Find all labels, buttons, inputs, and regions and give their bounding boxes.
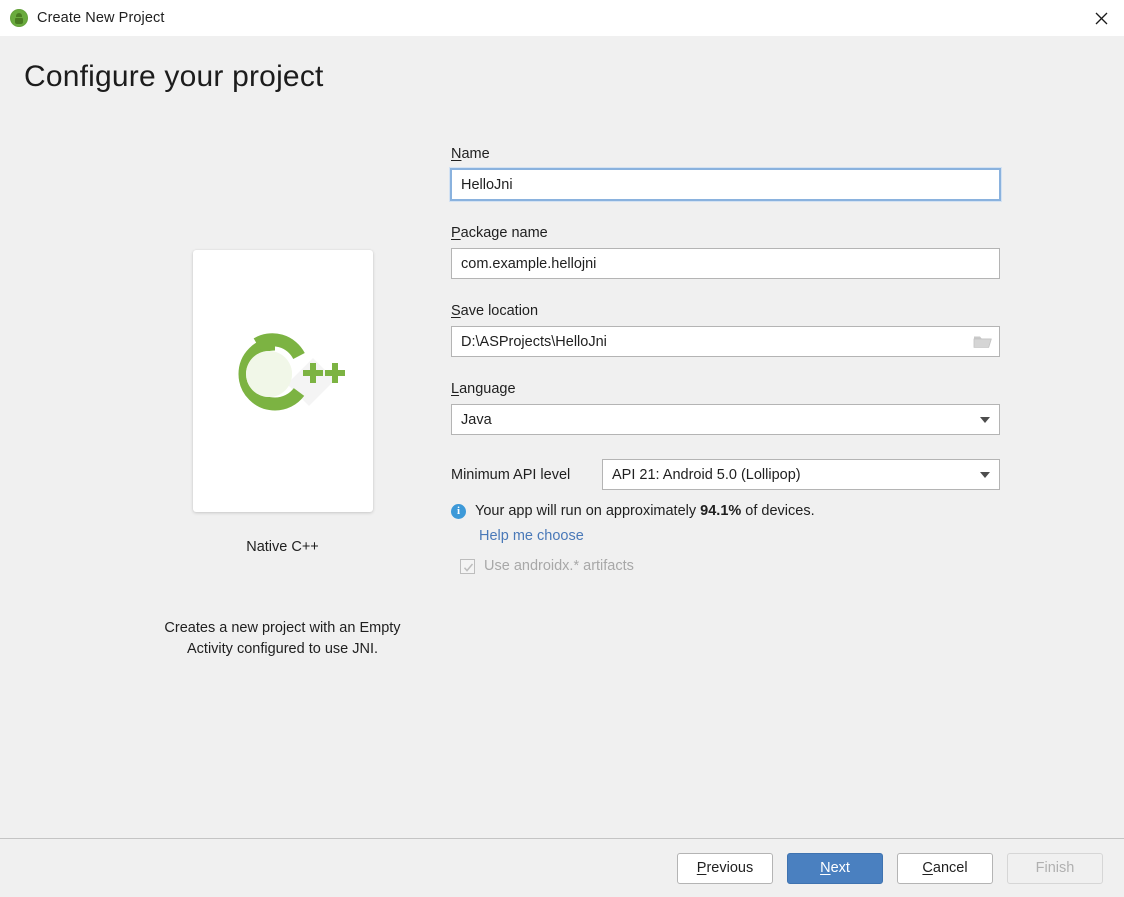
close-icon[interactable]: [1078, 0, 1124, 36]
cancel-button[interactable]: Cancel: [897, 852, 993, 884]
previous-button-label: revious: [706, 860, 754, 876]
window-title: Create New Project: [37, 10, 165, 26]
save-location-label-mnemonic: S: [451, 303, 461, 319]
androidx-checkbox: [460, 558, 475, 574]
package-name-label-text: ackage name: [460, 225, 548, 241]
previous-button-mnemonic: P: [696, 860, 707, 876]
save-location-label: Save location: [451, 303, 1003, 319]
help-me-choose-link[interactable]: Help me choose: [479, 528, 584, 544]
language-selected-value: Java: [461, 411, 492, 428]
save-location-row: [451, 326, 1000, 357]
field-language: Language Java: [451, 381, 1003, 435]
field-package-name: Package name: [451, 225, 1003, 279]
project-config-form: Name Package name Save location Language…: [450, 146, 1003, 574]
dialog-footer: Previous Next Cancel Finish: [0, 839, 1124, 897]
name-label-mnemonic: N: [451, 146, 462, 162]
window-titlebar: Create New Project: [0, 0, 1124, 36]
language-label-mnemonic: L: [451, 381, 460, 397]
min-api-label: Minimum API level: [451, 466, 571, 483]
info-icon: i: [451, 503, 466, 519]
field-name: Name: [450, 146, 1003, 201]
chevron-down-icon: [980, 416, 990, 423]
language-dropdown[interactable]: Java: [451, 404, 1000, 435]
package-name-label-mnemonic: P: [451, 225, 461, 241]
next-button-mnemonic: N: [820, 860, 831, 876]
android-studio-icon: [10, 9, 28, 27]
name-label-text: ame: [461, 146, 490, 162]
save-location-input[interactable]: [451, 326, 1000, 357]
next-button[interactable]: Next: [787, 852, 883, 884]
min-api-dropdown[interactable]: API 21: Android 5.0 (Lollipop): [602, 459, 1000, 490]
min-api-selected-value: API 21: Android 5.0 (Lollipop): [612, 466, 801, 483]
cpp-logo-icon: [193, 324, 373, 424]
devices-text-before: Your app will run on approximately: [475, 503, 701, 519]
chevron-down-icon: [980, 471, 990, 478]
field-min-api-level: Minimum API level API 21: Android 5.0 (L…: [451, 459, 1003, 490]
name-label: Name: [451, 146, 1003, 162]
cancel-button-mnemonic: C: [922, 860, 933, 876]
cancel-button-label: ancel: [932, 860, 968, 876]
devices-text-after: of devices.: [741, 503, 815, 519]
language-label: Language: [451, 381, 1003, 397]
save-location-label-text: ave location: [460, 303, 539, 319]
devices-coverage-info: i Your app will run on approximately 94.…: [451, 503, 1003, 519]
template-name: Native C++: [246, 539, 319, 555]
devices-coverage-text: Your app will run on approximately 94.1%…: [475, 503, 815, 519]
name-input[interactable]: [450, 168, 1001, 201]
field-save-location: Save location: [451, 303, 1003, 357]
page-title: Configure your project: [24, 60, 324, 93]
devices-percent: 94.1%: [700, 503, 742, 519]
template-thumbnail: [192, 250, 373, 512]
previous-button[interactable]: Previous: [677, 852, 773, 884]
next-button-label: ext: [830, 860, 850, 876]
finish-button: Finish: [1007, 852, 1103, 884]
package-name-label: Package name: [451, 225, 1003, 241]
language-label-text: anguage: [459, 381, 516, 397]
androidx-checkbox-row: Use androidx.* artifacts: [460, 558, 1003, 574]
folder-icon[interactable]: [971, 332, 993, 352]
template-preview: Native C++ Creates a new project with an…: [100, 250, 465, 660]
package-name-input[interactable]: [451, 248, 1000, 279]
androidx-checkbox-label: Use androidx.* artifacts: [484, 558, 634, 574]
template-description: Creates a new project with an Empty Acti…: [164, 620, 401, 657]
